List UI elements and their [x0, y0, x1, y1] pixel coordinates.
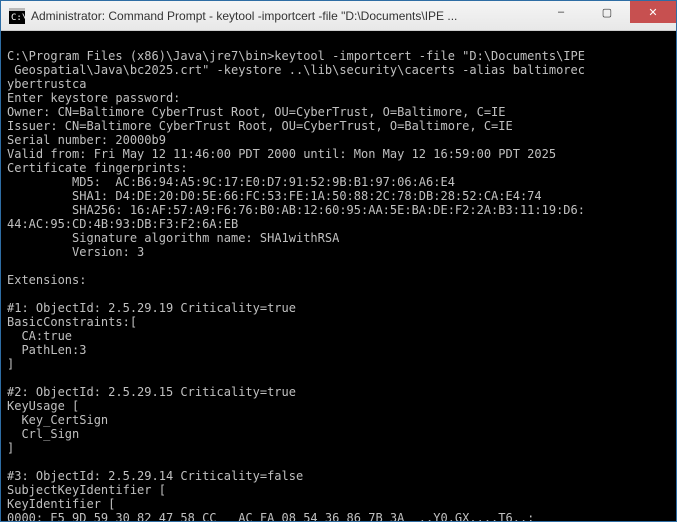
svg-text:C:\: C:\	[11, 13, 25, 23]
console-line: PathLen:3	[7, 343, 670, 357]
console-line	[7, 259, 670, 273]
console-line: Signature algorithm name: SHA1withRSA	[7, 231, 670, 245]
console-output[interactable]: C:\Program Files (x86)\Java\jre7\bin>key…	[1, 31, 676, 521]
console-line: ]	[7, 357, 670, 371]
console-line: Enter keystore password:	[7, 91, 670, 105]
console-line: SHA1: D4:DE:20:D0:5E:66:FC:53:FE:1A:50:8…	[7, 189, 670, 203]
console-line: CA:true	[7, 329, 670, 343]
console-line: KeyUsage [	[7, 399, 670, 413]
console-line: #1: ObjectId: 2.5.29.19 Criticality=true	[7, 301, 670, 315]
console-line	[7, 371, 670, 385]
console-line: C:\Program Files (x86)\Java\jre7\bin>key…	[7, 49, 670, 63]
console-line: 0000: E5 9D 59 30 82 47 58 CC AC FA 08 5…	[7, 511, 670, 521]
window-frame: C:\ Administrator: Command Prompt - keyt…	[0, 0, 677, 522]
minimize-button[interactable]: –	[538, 1, 584, 23]
console-line: #3: ObjectId: 2.5.29.14 Criticality=fals…	[7, 469, 670, 483]
console-line: SubjectKeyIdentifier [	[7, 483, 670, 497]
console-line: ]	[7, 441, 670, 455]
console-line: Valid from: Fri May 12 11:46:00 PDT 2000…	[7, 147, 670, 161]
console-line: ybertrustca	[7, 77, 670, 91]
console-line: Crl_Sign	[7, 427, 670, 441]
console-line: Key_CertSign	[7, 413, 670, 427]
console-line: SHA256: 16:AF:57:A9:F6:76:B0:AB:12:60:95…	[7, 203, 670, 217]
window-title: Administrator: Command Prompt - keytool …	[31, 9, 538, 23]
console-line	[7, 455, 670, 469]
maximize-button[interactable]: ▢	[584, 1, 630, 23]
titlebar[interactable]: C:\ Administrator: Command Prompt - keyt…	[1, 1, 676, 31]
cmd-icon: C:\	[9, 8, 25, 24]
console-line	[7, 35, 670, 49]
console-line: Geospatial\Java\bc2025.crt" -keystore ..…	[7, 63, 670, 77]
console-line	[7, 287, 670, 301]
console-line: 44:AC:95:CD:4B:93:DB:F3:F2:6A:EB	[7, 217, 670, 231]
console-line: KeyIdentifier [	[7, 497, 670, 511]
console-line: Extensions:	[7, 273, 670, 287]
console-line: Owner: CN=Baltimore CyberTrust Root, OU=…	[7, 105, 670, 119]
close-button[interactable]: ✕	[630, 1, 676, 23]
console-line: Issuer: CN=Baltimore CyberTrust Root, OU…	[7, 119, 670, 133]
console-line: MD5: AC:B6:94:A5:9C:17:E0:D7:91:52:9B:B1…	[7, 175, 670, 189]
console-line: #2: ObjectId: 2.5.29.15 Criticality=true	[7, 385, 670, 399]
console-line: Certificate fingerprints:	[7, 161, 670, 175]
console-line: Serial number: 20000b9	[7, 133, 670, 147]
console-line: BasicConstraints:[	[7, 315, 670, 329]
console-line: Version: 3	[7, 245, 670, 259]
window-controls: – ▢ ✕	[538, 1, 676, 30]
